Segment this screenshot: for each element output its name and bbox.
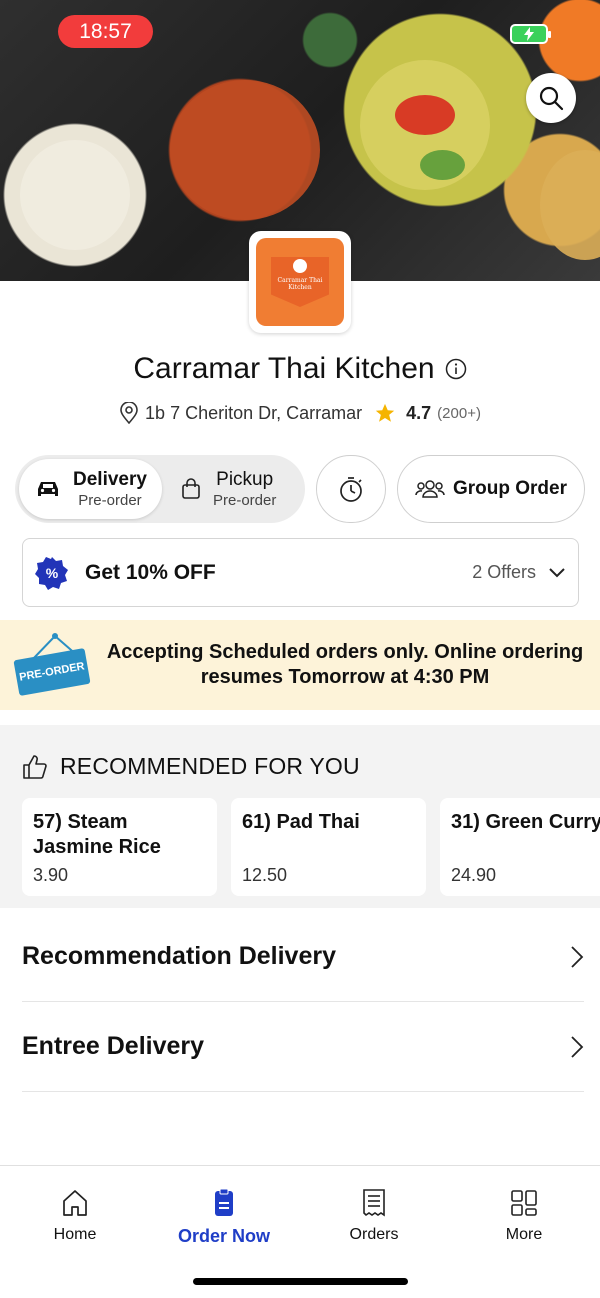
restaurant-address: 1b 7 Cheriton Dr, Carramar bbox=[145, 402, 363, 423]
category-row[interactable]: Recommendation Delivery bbox=[22, 912, 584, 1002]
chevron-right-icon bbox=[571, 945, 584, 968]
bag-icon bbox=[182, 478, 200, 499]
item-name: 61) Pad Thai bbox=[242, 811, 360, 833]
rice-bowl bbox=[20, 140, 130, 250]
search-icon bbox=[539, 86, 564, 111]
receipt-icon bbox=[363, 1189, 385, 1217]
search-button[interactable] bbox=[526, 73, 576, 123]
recommended-item-card[interactable]: 57) Steam Jasmine Rice 3.90 bbox=[22, 798, 217, 896]
nav-home-label: Home bbox=[53, 1226, 97, 1243]
car-icon bbox=[38, 482, 58, 496]
category-title: Recommendation Delivery bbox=[22, 942, 336, 970]
nav-order-now-label: Order Now bbox=[177, 1226, 270, 1246]
pea-garnish bbox=[420, 150, 465, 180]
home-indicator bbox=[193, 1278, 408, 1285]
chevron-right-icon bbox=[571, 1035, 584, 1058]
item-price: 12.50 bbox=[242, 865, 288, 885]
offer-count: 2 Offers bbox=[472, 562, 536, 582]
nav-more[interactable]: More bbox=[464, 1188, 584, 1244]
noodle-bowl bbox=[540, 150, 600, 260]
nav-more-label: More bbox=[505, 1226, 543, 1243]
home-icon bbox=[63, 1190, 87, 1216]
offers-dropdown[interactable]: % Get 10% OFF 2 Offers bbox=[22, 538, 579, 607]
recommended-heading: RECOMMENDED FOR YOU bbox=[60, 753, 360, 779]
stopwatch-icon bbox=[340, 477, 362, 502]
preorder-tag: PRE-ORDER bbox=[13, 648, 91, 696]
order-icon bbox=[215, 1188, 233, 1216]
group-order-label: Group Order bbox=[452, 478, 567, 499]
pickup-tab[interactable]: Pickup Pre-order bbox=[181, 459, 301, 519]
group-order-button[interactable]: Group Order bbox=[397, 455, 585, 523]
nav-order-now[interactable]: Order Now bbox=[164, 1188, 284, 1247]
category-title: Entree Delivery bbox=[22, 1032, 205, 1060]
delivery-label: Delivery bbox=[73, 468, 147, 490]
group-icon bbox=[415, 480, 445, 498]
schedule-button[interactable] bbox=[316, 455, 386, 523]
battery-icon bbox=[510, 24, 551, 44]
restaurant-name: Carramar Thai Kitchen bbox=[133, 352, 435, 385]
nav-orders-label: Orders bbox=[349, 1226, 399, 1243]
chili-garnish bbox=[395, 95, 455, 135]
recommended-item-card[interactable]: 31) Green Curry 24.90 bbox=[440, 798, 600, 896]
pickup-label: Pickup bbox=[216, 468, 274, 490]
logo-emblem: Carramar Thai Kitchen bbox=[271, 257, 329, 307]
recommended-item-card[interactable]: 61) Pad Thai 12.50 bbox=[231, 798, 426, 896]
category-row[interactable]: Entree Delivery bbox=[22, 1002, 584, 1092]
delivery-tab[interactable]: Delivery Pre-order bbox=[19, 459, 162, 519]
grid-icon bbox=[511, 1190, 537, 1216]
order-mode-toggle: Delivery Pre-order Pickup Pre-order bbox=[15, 455, 305, 523]
nav-orders[interactable]: Orders bbox=[314, 1188, 434, 1244]
rating-count: (200+) bbox=[437, 404, 481, 422]
preorder-banner: PRE-ORDER Accepting Scheduled orders onl… bbox=[0, 620, 600, 710]
status-bar-time: 18:57 bbox=[58, 15, 153, 48]
star-icon bbox=[375, 403, 395, 422]
item-price: 24.90 bbox=[451, 865, 497, 885]
item-price: 3.90 bbox=[33, 865, 69, 885]
rating-value: 4.7 bbox=[406, 402, 432, 423]
svg-text:%: % bbox=[46, 565, 59, 581]
banner-message: Accepting Scheduled orders only. Online … bbox=[106, 641, 584, 688]
offer-title: Get 10% OFF bbox=[85, 560, 216, 584]
recommended-section: RECOMMENDED FOR YOU 57) Steam Jasmine Ri… bbox=[0, 725, 600, 908]
item-name: 31) Green Curry bbox=[451, 811, 600, 833]
location-pin-icon bbox=[120, 402, 138, 424]
delivery-sublabel: Pre-order bbox=[78, 491, 142, 509]
restaurant-logo: Carramar Thai Kitchen bbox=[249, 231, 351, 333]
red-curry-bowl bbox=[170, 80, 320, 220]
info-icon[interactable] bbox=[445, 358, 467, 380]
chevron-down-icon bbox=[549, 567, 565, 577]
item-name: 57) Steam Jasmine Rice bbox=[33, 811, 161, 858]
pickup-sublabel: Pre-order bbox=[213, 491, 277, 509]
nav-home[interactable]: Home bbox=[15, 1188, 135, 1244]
thumbs-up-icon bbox=[23, 754, 47, 779]
discount-badge-icon: % bbox=[35, 556, 68, 590]
